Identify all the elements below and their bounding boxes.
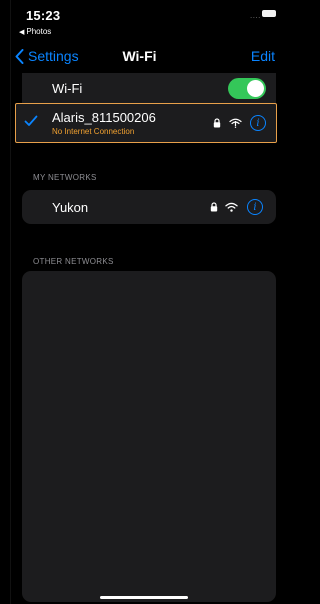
edit-button[interactable]: Edit: [251, 48, 275, 64]
connected-network-name: Alaris_811500206: [52, 110, 156, 125]
checkmark-icon: [24, 115, 38, 126]
network-row-yukon[interactable]: Yukon i: [22, 190, 276, 224]
left-edge: [10, 0, 11, 604]
status-time: 15:23: [26, 8, 61, 23]
connected-network-status: No Internet Connection: [52, 127, 135, 136]
connected-network-row[interactable]: Alaris_811500206 No Internet Connection …: [15, 103, 277, 143]
other-networks-list: [22, 271, 276, 602]
toggle-knob: [247, 80, 264, 97]
connected-network-icons: i: [213, 115, 266, 131]
wifi-no-internet-icon: [229, 118, 242, 128]
other-networks-header: OTHER NETWORKS: [33, 257, 114, 266]
home-indicator[interactable]: [100, 596, 188, 599]
lock-icon: [213, 118, 221, 128]
battery-icon: [262, 10, 276, 17]
navigation-bar: Settings Wi-Fi Edit: [0, 44, 279, 72]
network-name: Yukon: [52, 200, 89, 215]
page-title: Wi-Fi: [122, 48, 157, 64]
network-icons: i: [210, 199, 263, 215]
lock-icon: [210, 202, 218, 212]
info-icon[interactable]: i: [250, 115, 266, 131]
status-bar: 15:23 ◀ Photos ....: [0, 0, 279, 40]
back-triangle-icon: ◀: [19, 29, 25, 36]
back-app-label: Photos: [26, 27, 52, 36]
my-networks-header: MY NETWORKS: [33, 173, 97, 182]
my-networks-list: Yukon i: [22, 190, 276, 224]
back-to-app-link[interactable]: ◀ Photos: [19, 27, 51, 36]
wifi-toggle-switch[interactable]: [228, 78, 266, 99]
wifi-toggle-row: Wi-Fi: [22, 73, 276, 103]
signal-icon: ....: [250, 11, 261, 20]
info-icon[interactable]: i: [247, 199, 263, 215]
wifi-toggle-label: Wi-Fi: [52, 81, 83, 96]
wifi-icon: [225, 202, 238, 212]
